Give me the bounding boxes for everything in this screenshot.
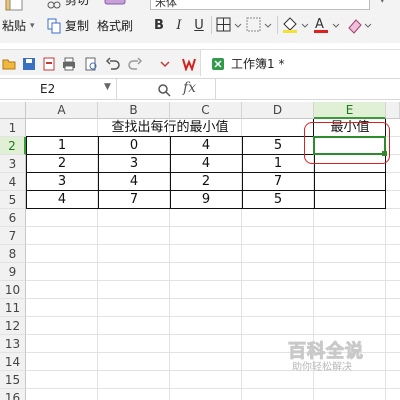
bold-button[interactable]: B xyxy=(152,17,166,34)
redo-icon[interactable] xyxy=(128,56,143,70)
formula-input[interactable] xyxy=(215,79,400,100)
print-icon[interactable] xyxy=(62,56,76,71)
row-header-1[interactable]: 1 xyxy=(0,119,26,137)
cell-c5[interactable]: 9 xyxy=(170,191,242,209)
ribbon-toolbar: 粘贴 ▾ 剪切 复制 格式刷 宋体 ▾ B I U A xyxy=(0,0,400,43)
font-color-icon[interactable]: A xyxy=(312,16,342,34)
fill-color-icon[interactable] xyxy=(281,16,311,34)
save-icon[interactable] xyxy=(22,56,36,70)
name-box-dropdown-icon[interactable]: ▼ xyxy=(104,82,111,92)
row-header-7[interactable]: 7 xyxy=(0,227,26,245)
format-painter-button[interactable]: 格式刷 xyxy=(97,19,133,33)
ribbon-divider xyxy=(211,16,212,34)
quick-access-bar: 工作簿1 * xyxy=(0,49,400,76)
gridline-row xyxy=(26,280,400,281)
cell-b3[interactable]: 3 xyxy=(98,155,170,173)
cell-c2[interactable]: 4 xyxy=(170,137,242,155)
row-header-16[interactable]: 16 xyxy=(0,389,26,400)
row-header-13[interactable]: 13 xyxy=(0,335,26,353)
format-painter-icon[interactable] xyxy=(103,0,129,10)
cut-button[interactable]: 剪切 xyxy=(65,0,89,7)
gridline-row xyxy=(26,244,400,245)
formula-bar: E2 ▼ fx xyxy=(0,78,400,100)
watermark-subtitle: 助你轻松解决 xyxy=(292,362,352,373)
cell-a3[interactable]: 2 xyxy=(26,155,98,173)
italic-button[interactable]: I xyxy=(172,17,186,34)
insert-function-button[interactable]: fx xyxy=(183,80,196,96)
row-header-4[interactable]: 4 xyxy=(0,173,26,191)
row-header-3[interactable]: 3 xyxy=(0,155,26,173)
wps-logo-icon xyxy=(182,56,196,72)
gridline-row xyxy=(26,298,400,299)
cell-b4[interactable]: 4 xyxy=(98,173,170,191)
cell-c4[interactable]: 2 xyxy=(170,173,242,191)
highlight-annotation xyxy=(304,122,390,164)
paste-dropdown-icon[interactable]: ▾ xyxy=(30,19,35,33)
column-header-b[interactable]: B xyxy=(98,102,170,119)
row-header-8[interactable]: 8 xyxy=(0,245,26,263)
gridline-row xyxy=(26,226,400,227)
name-box[interactable]: E2 ▼ xyxy=(0,79,117,100)
column-header-a[interactable]: A xyxy=(26,102,98,119)
gridline-row xyxy=(26,316,400,317)
select-all-corner[interactable] xyxy=(0,102,26,119)
row-header-15[interactable]: 15 xyxy=(0,371,26,389)
spreadsheet-file-icon xyxy=(211,56,225,70)
spreadsheet-window: 粘贴 ▾ 剪切 复制 格式刷 宋体 ▾ B I U A 工作簿1 * E2 ▼ … xyxy=(0,0,400,400)
clear-format-icon[interactable] xyxy=(346,16,374,34)
column-header-filler xyxy=(386,102,400,119)
font-size-dropdown-icon[interactable]: ▾ xyxy=(380,0,385,8)
cell-d5[interactable]: 5 xyxy=(242,191,314,209)
gridline-row xyxy=(26,262,400,263)
customize-toolbar-icon[interactable] xyxy=(158,56,172,70)
print-preview-icon[interactable] xyxy=(84,56,98,71)
paste-button[interactable]: 粘贴 xyxy=(2,19,26,33)
cell-a4[interactable]: 3 xyxy=(26,173,98,191)
export-pdf-icon[interactable] xyxy=(42,56,56,71)
row-header-9[interactable]: 9 xyxy=(0,263,26,281)
cut-icon[interactable] xyxy=(47,0,61,9)
cell-reference: E2 xyxy=(40,82,56,96)
cell-b5[interactable]: 7 xyxy=(98,191,170,209)
undo-icon[interactable] xyxy=(105,56,120,70)
zoom-search-icon[interactable] xyxy=(157,82,171,97)
column-header-c[interactable]: C xyxy=(170,102,242,119)
cell-b2[interactable]: 0 xyxy=(98,137,170,155)
cell-d4[interactable]: 7 xyxy=(242,173,314,191)
underline-button[interactable]: U xyxy=(192,17,206,34)
row-header-2[interactable]: 2 xyxy=(0,137,26,155)
gridline-row xyxy=(26,388,400,389)
row-header-12[interactable]: 12 xyxy=(0,317,26,335)
tab-workbook[interactable]: 工作簿1 * xyxy=(200,50,400,76)
copy-icon[interactable] xyxy=(47,18,61,34)
ribbon-divider xyxy=(277,16,278,34)
row-header-5[interactable]: 5 xyxy=(0,191,26,209)
workbook-title: 工作簿1 * xyxy=(231,57,285,71)
open-folder-icon[interactable] xyxy=(2,56,16,70)
copy-button[interactable]: 复制 xyxy=(65,19,89,33)
cell-a5[interactable]: 4 xyxy=(26,191,98,209)
merge-cells-icon[interactable] xyxy=(246,17,274,33)
row-header-11[interactable]: 11 xyxy=(0,299,26,317)
row-header-6[interactable]: 6 xyxy=(0,209,26,227)
cell-c3[interactable]: 4 xyxy=(170,155,242,173)
row-header-10[interactable]: 10 xyxy=(0,281,26,299)
sheet-title-cell[interactable]: 查找出每行的最小值 xyxy=(26,119,314,137)
font-name-select[interactable]: 宋体 xyxy=(150,0,370,10)
cell-a2[interactable]: 1 xyxy=(26,137,98,155)
border-icon[interactable] xyxy=(216,17,244,33)
column-header-d[interactable]: D xyxy=(242,102,314,119)
gridline-row xyxy=(26,334,400,335)
svg-text:A: A xyxy=(315,17,324,32)
column-header-e[interactable]: E xyxy=(314,102,386,119)
paste-icon[interactable] xyxy=(2,0,28,12)
row-header-14[interactable]: 14 xyxy=(0,353,26,371)
